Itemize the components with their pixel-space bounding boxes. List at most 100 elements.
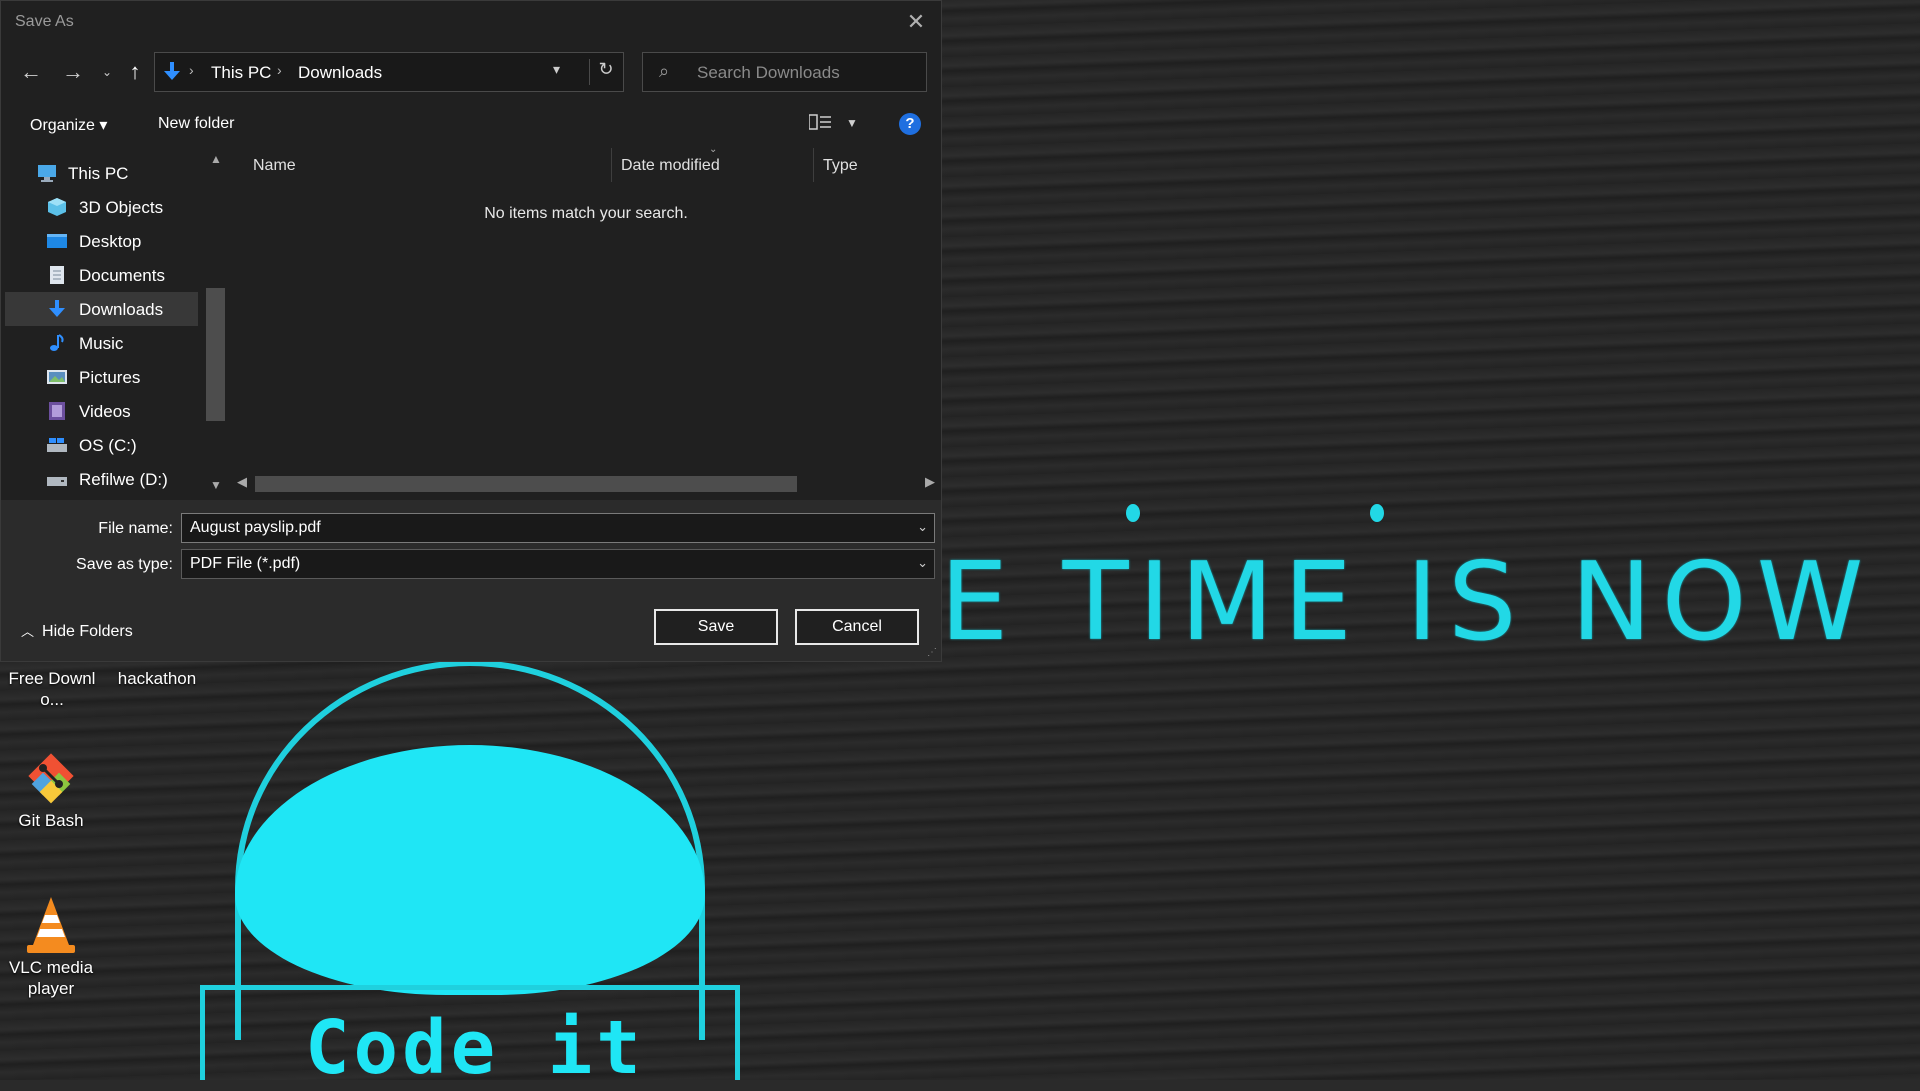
- 3d-objects-icon: [48, 198, 66, 216]
- caret-down-icon: ▼: [846, 116, 858, 130]
- search-icon: ⌕: [659, 61, 670, 81]
- nav-item-label: This PC: [68, 164, 129, 183]
- videos-icon: [49, 402, 65, 420]
- desktop-icon-git-bash[interactable]: Git Bash: [1, 748, 101, 831]
- navigation-pane: This PC 3D Objects Desktop Documents Dow…: [5, 148, 225, 494]
- view-options-icon[interactable]: [809, 114, 833, 132]
- breadcrumb-downloads[interactable]: Downloads: [298, 63, 382, 83]
- nav-item-this-pc[interactable]: This PC: [5, 156, 198, 190]
- file-name-label: File name:: [98, 520, 173, 537]
- column-divider[interactable]: [611, 148, 612, 182]
- help-button[interactable]: ?: [899, 113, 921, 135]
- up-button[interactable]: ↑: [121, 58, 149, 86]
- file-list-horizontal-scrollbar[interactable]: ◀ ▶: [231, 473, 941, 494]
- sort-indicator-icon: ⌄: [709, 144, 718, 155]
- column-divider[interactable]: [813, 148, 814, 182]
- address-bar[interactable]: › This PC › Downloads ▾ ↻: [154, 52, 624, 92]
- empty-results-message: No items match your search.: [484, 205, 688, 222]
- downloads-icon: [164, 62, 180, 80]
- search-box[interactable]: ⌕: [642, 52, 927, 92]
- chevron-up-icon: ︿: [21, 624, 35, 639]
- view-dropdown-button[interactable]: ▼: [846, 116, 858, 130]
- toolbar: Organize ▾ New folder ▼ ?: [1, 100, 941, 148]
- hide-folders-label: Hide Folders: [42, 623, 133, 640]
- address-dropdown-button[interactable]: ▾: [553, 61, 560, 78]
- arrow-left-icon: ←: [20, 59, 42, 84]
- file-name-value[interactable]: August payslip.pdf: [190, 519, 321, 537]
- resize-grip-icon[interactable]: ⋰: [927, 647, 937, 658]
- wallpaper-slogan: E TIME IS NOW: [940, 540, 1874, 665]
- back-button[interactable]: ←: [17, 58, 45, 86]
- nav-item-label: Desktop: [79, 232, 142, 251]
- chevron-down-icon[interactable]: ⌄: [917, 519, 928, 535]
- nav-item-refilwe-d[interactable]: Refilwe (D:): [5, 462, 198, 494]
- column-header-date-modified[interactable]: Date modified: [621, 157, 720, 189]
- nav-item-label: Music: [79, 334, 124, 353]
- file-list-pane: Name Date modified ⌄ Type No items match…: [231, 144, 941, 494]
- music-icon: [50, 334, 64, 351]
- documents-icon: [50, 266, 64, 284]
- chevron-down-icon: ⌄: [101, 65, 113, 79]
- desktop-icon-label: VLC media player: [8, 958, 94, 998]
- git-bash-icon: [23, 748, 79, 804]
- file-name-field[interactable]: August payslip.pdf ⌄: [181, 513, 935, 543]
- nav-item-label: OS (C:): [79, 436, 137, 455]
- nav-item-os-c[interactable]: OS (C:): [5, 428, 198, 462]
- save-as-type-label: Save as type:: [76, 556, 173, 573]
- save-as-type-select[interactable]: PDF File (*.pdf) ⌄: [181, 549, 935, 579]
- drive-icon: [47, 477, 67, 486]
- new-folder-button[interactable]: New folder: [158, 115, 234, 133]
- organize-button[interactable]: Organize ▾: [30, 115, 107, 135]
- pictures-icon: [47, 370, 67, 384]
- nav-item-desktop[interactable]: Desktop: [5, 224, 198, 258]
- dialog-title: Save As: [15, 13, 74, 30]
- title-bar[interactable]: Save As ✕: [1, 1, 941, 44]
- scrollbar-thumb[interactable]: [255, 476, 797, 492]
- chevron-down-icon[interactable]: ⌄: [917, 555, 928, 571]
- nav-pane-scrollbar[interactable]: ▲ ▼: [206, 148, 225, 494]
- save-as-type-value: PDF File (*.pdf): [190, 555, 301, 572]
- forward-button[interactable]: →: [59, 58, 87, 86]
- nav-item-documents[interactable]: Documents: [5, 258, 198, 292]
- cancel-button[interactable]: Cancel: [795, 609, 919, 645]
- scrollbar-thumb[interactable]: [206, 288, 225, 421]
- nav-item-label: Videos: [79, 402, 131, 421]
- scroll-down-icon[interactable]: ▼: [210, 478, 222, 492]
- breadcrumb-this-pc[interactable]: This PC: [211, 63, 271, 83]
- nav-item-label: Documents: [79, 266, 165, 285]
- save-options-panel: File name: August payslip.pdf ⌄ Save as …: [1, 500, 941, 661]
- os-drive-icon: [47, 438, 67, 452]
- column-header-type[interactable]: Type: [823, 157, 858, 189]
- close-icon: ✕: [906, 9, 926, 34]
- wallpaper-logo-text: Code it: [305, 1005, 645, 1091]
- breadcrumb-separator: ›: [277, 62, 282, 78]
- arrow-up-icon: ↑: [129, 59, 141, 84]
- wallpaper-dot: [1370, 504, 1384, 522]
- nav-item-music[interactable]: Music: [5, 326, 198, 360]
- scroll-left-icon[interactable]: ◀: [237, 474, 247, 490]
- save-button[interactable]: Save: [654, 609, 778, 645]
- search-input[interactable]: [695, 59, 919, 87]
- column-header-name[interactable]: Name: [253, 157, 296, 189]
- nav-item-3d-objects[interactable]: 3D Objects: [5, 190, 198, 224]
- breadcrumb-separator: ›: [189, 62, 194, 78]
- scroll-up-icon[interactable]: ▲: [210, 152, 222, 166]
- nav-item-pictures[interactable]: Pictures: [5, 360, 198, 394]
- hide-folders-toggle[interactable]: ︿ Hide Folders: [21, 621, 133, 641]
- recent-locations-button[interactable]: ⌄: [93, 58, 121, 86]
- nav-item-label: 3D Objects: [79, 198, 164, 217]
- this-pc-icon: [38, 165, 56, 182]
- nav-item-downloads[interactable]: Downloads: [5, 292, 198, 326]
- scroll-right-icon[interactable]: ▶: [925, 474, 935, 490]
- desktop-icon-label: Free Downlo...: [8, 669, 96, 709]
- close-button[interactable]: ✕: [899, 7, 933, 37]
- save-as-dialog: Save As ✕ ← → ⌄ ↑ › This PC › Downloads: [0, 0, 942, 662]
- desktop-icon-vlc[interactable]: VLC media player: [1, 895, 101, 999]
- nav-item-videos[interactable]: Videos: [5, 394, 198, 428]
- arrow-right-icon: →: [62, 59, 84, 84]
- downloads-icon: [49, 300, 65, 317]
- nav-item-label: Downloads: [79, 300, 164, 319]
- refresh-button[interactable]: ↻: [589, 59, 622, 85]
- desktop-icon-label: hackathon: [117, 669, 197, 688]
- desktop-icon-label: Git Bash: [18, 811, 84, 830]
